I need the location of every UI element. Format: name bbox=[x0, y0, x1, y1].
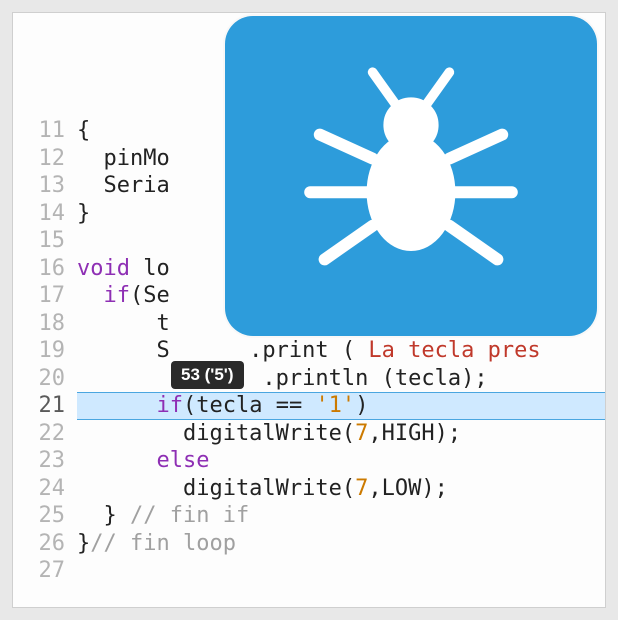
code-token: S .print ( bbox=[77, 338, 368, 363]
code-line[interactable]: if(tecla == '1') bbox=[77, 392, 605, 420]
code-token: } bbox=[77, 531, 90, 556]
code-line[interactable]: digitalWrite(7,LOW); bbox=[77, 475, 605, 503]
code-token bbox=[77, 448, 156, 473]
code-token: } bbox=[77, 201, 90, 226]
code-token: // fin if bbox=[130, 503, 249, 528]
code-line[interactable]: else bbox=[77, 447, 605, 475]
line-number[interactable]: 18 bbox=[13, 310, 77, 338]
code-token: else bbox=[156, 448, 209, 473]
line-number[interactable]: 27 bbox=[13, 557, 77, 585]
code-token: (tecla == bbox=[183, 393, 315, 418]
line-number[interactable]: 17 bbox=[13, 282, 77, 310]
code-token: digitalWrite( bbox=[77, 476, 355, 501]
line-number[interactable]: 19 bbox=[13, 337, 77, 365]
line-number[interactable]: 25 bbox=[13, 502, 77, 530]
debug-value-tooltip: 53 ('5') bbox=[171, 361, 244, 389]
code-token: { bbox=[77, 118, 90, 143]
line-number[interactable]: 16 bbox=[13, 255, 77, 283]
code-token: // fin loop bbox=[90, 531, 236, 556]
code-line[interactable]: } // fin if bbox=[77, 502, 605, 530]
code-token: ,LOW); bbox=[368, 476, 447, 501]
code-token: t bbox=[77, 311, 170, 336]
code-token: ,HIGH); bbox=[368, 421, 461, 446]
line-number[interactable]: 21 bbox=[13, 392, 77, 420]
debugger-panel[interactable] bbox=[225, 16, 597, 336]
code-token: lo bbox=[130, 256, 170, 281]
line-number[interactable]: 26 bbox=[13, 530, 77, 558]
code-token: 7 bbox=[355, 421, 368, 446]
line-number[interactable]: 23 bbox=[13, 447, 77, 475]
code-token: if bbox=[156, 393, 183, 418]
line-number[interactable]: 24 bbox=[13, 475, 77, 503]
code-line[interactable] bbox=[77, 557, 605, 585]
code-token: } bbox=[77, 503, 130, 528]
code-token: .println (tecla); bbox=[77, 366, 488, 391]
code-token: ) bbox=[355, 393, 368, 418]
code-token: '1' bbox=[315, 393, 355, 418]
line-number[interactable]: 15 bbox=[13, 227, 77, 255]
code-token: if bbox=[104, 283, 131, 308]
code-token bbox=[77, 283, 104, 308]
code-token: 7 bbox=[355, 476, 368, 501]
line-number[interactable]: 20 bbox=[13, 365, 77, 393]
code-line[interactable]: digitalWrite(7,HIGH); bbox=[77, 420, 605, 448]
code-token: La tecla pres bbox=[368, 338, 540, 363]
line-number[interactable]: 14 bbox=[13, 200, 77, 228]
code-token: digitalWrite( bbox=[77, 421, 355, 446]
code-editor[interactable]: 1112131415161718192021222324252627 { pin… bbox=[12, 12, 606, 608]
code-line[interactable]: S .print ( La tecla pres bbox=[77, 337, 605, 365]
code-token: pinMo bbox=[77, 146, 170, 171]
code-token: (Se bbox=[130, 283, 170, 308]
bug-icon bbox=[291, 53, 531, 299]
code-token: void bbox=[77, 256, 130, 281]
line-number[interactable]: 11 bbox=[13, 117, 77, 145]
code-token bbox=[77, 393, 156, 418]
code-line[interactable]: }// fin loop bbox=[77, 530, 605, 558]
code-token: Seria bbox=[77, 173, 170, 198]
line-number[interactable]: 22 bbox=[13, 420, 77, 448]
line-number[interactable]: 13 bbox=[13, 172, 77, 200]
line-number-gutter[interactable]: 1112131415161718192021222324252627 bbox=[13, 13, 77, 607]
code-line[interactable]: .println (tecla); bbox=[77, 365, 605, 393]
line-number[interactable]: 12 bbox=[13, 145, 77, 173]
